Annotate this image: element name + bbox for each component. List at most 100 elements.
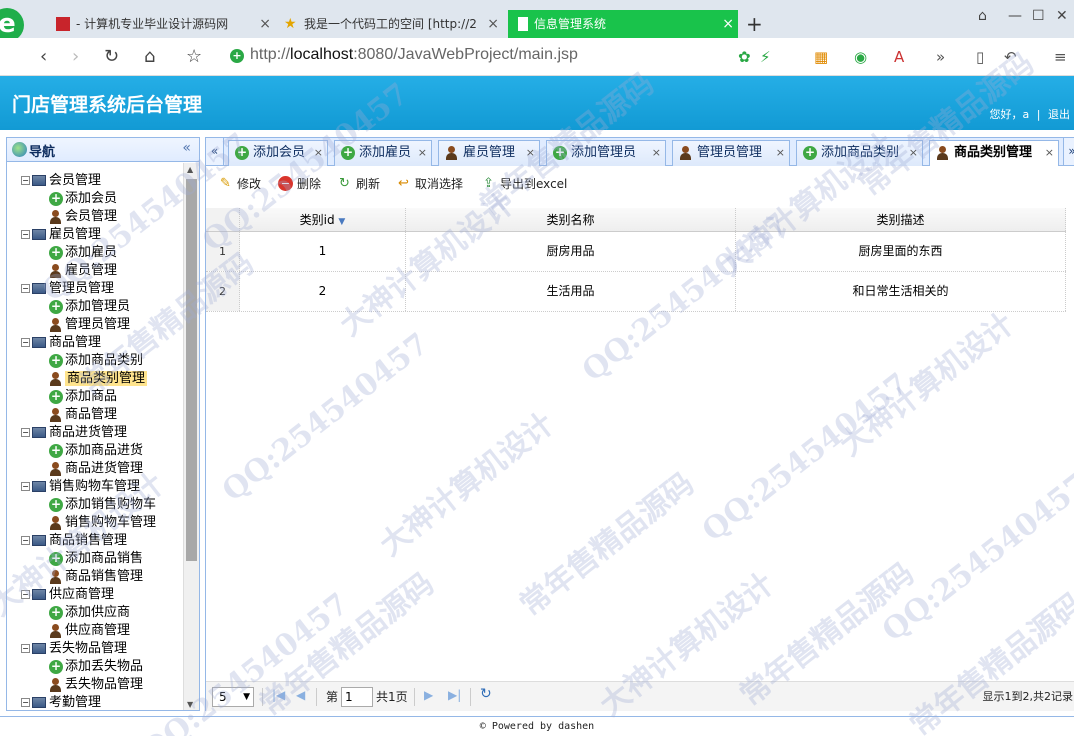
sidebar-group[interactable]: − 管理员管理 — [7, 280, 185, 298]
forward-icon[interactable]: › — [72, 46, 79, 67]
scroll-up-icon[interactable]: ▲ — [187, 165, 193, 174]
speed-icon[interactable]: ✿ — [738, 48, 751, 66]
sidebar-item[interactable]: 商品管理 — [7, 406, 185, 424]
panel-tab[interactable]: 雇员管理 × — [438, 140, 540, 166]
new-tab-button[interactable]: + — [746, 12, 763, 36]
collapse-toggle-icon[interactable]: − — [21, 698, 30, 707]
table-row[interactable]: 2 2 生活用品 和日常生活相关的 — [206, 272, 1066, 312]
close-icon[interactable]: × — [776, 141, 785, 165]
reload-icon[interactable]: ↻ — [104, 46, 119, 67]
panel-tab[interactable]: + 添加会员 × — [228, 140, 328, 166]
column-header-name[interactable]: 类别名称 — [406, 208, 736, 231]
tabs-scroll-right-icon[interactable]: » — [1063, 138, 1074, 165]
scroll-thumb[interactable] — [186, 179, 197, 561]
reload-page-icon[interactable]: ↻ — [480, 686, 492, 702]
sidebar-item[interactable]: 丢失物品管理 — [7, 676, 185, 694]
sidebar-item[interactable]: 会员管理 — [7, 208, 185, 226]
panel-tab[interactable]: + 添加管理员 × — [546, 140, 666, 166]
tabs-scroll-left-icon[interactable]: « — [206, 138, 224, 165]
panel-tab[interactable]: + 添加商品类别 × — [796, 140, 923, 166]
column-header-desc[interactable]: 类别描述 — [736, 208, 1066, 231]
table-row[interactable]: 1 1 厨房用品 厨房里面的东西 — [206, 232, 1066, 272]
refresh-button[interactable]: ↻ 刷新 — [337, 175, 380, 193]
next-page-icon[interactable]: ▶ — [424, 688, 433, 702]
sidebar-item[interactable]: 雇员管理 — [7, 262, 185, 280]
back-icon[interactable]: ‹ — [40, 46, 47, 67]
sidebar-item[interactable]: + 添加管理员 — [7, 298, 185, 316]
shield-icon[interactable]: ◉ — [854, 48, 867, 66]
collapse-toggle-icon[interactable]: − — [21, 644, 30, 653]
panel-tab[interactable]: 商品类别管理 × — [929, 140, 1059, 166]
lightning-icon[interactable]: ⚡ — [760, 48, 771, 66]
sidebar-item[interactable]: + 添加商品销售 — [7, 550, 185, 568]
page-size-select[interactable]: 5 ▼ — [212, 687, 254, 707]
sidebar-item[interactable]: + 添加商品进货 — [7, 442, 185, 460]
close-icon[interactable]: × — [526, 141, 535, 165]
translate-icon[interactable]: A — [894, 48, 904, 66]
close-icon[interactable]: × — [314, 141, 323, 165]
sidebar-item[interactable]: + 添加雇员 — [7, 244, 185, 262]
sidebar-group[interactable]: − 供应商管理 — [7, 586, 185, 604]
edit-button[interactable]: ✎ 修改 — [218, 175, 261, 193]
sidebar-item[interactable]: + 添加商品类别 — [7, 352, 185, 370]
sidebar-item[interactable]: + 添加丢失物品 — [7, 658, 185, 676]
apps-icon[interactable]: ▦ — [814, 48, 828, 66]
url-field[interactable]: + http://localhost:8080/JavaWebProject/m… — [222, 44, 732, 70]
undo-icon[interactable]: ↶ — [1004, 48, 1017, 66]
window-close-icon[interactable]: ✕ — [1056, 8, 1068, 24]
collapse-toggle-icon[interactable]: − — [21, 536, 30, 545]
sidebar-group[interactable]: − 商品销售管理 — [7, 532, 185, 550]
sidebar-item[interactable]: + 添加商品 — [7, 388, 185, 406]
delete-button[interactable]: − 删除 — [278, 175, 321, 193]
home-icon[interactable]: ⌂ — [144, 46, 155, 67]
sidebar-group[interactable]: − 商品管理 — [7, 334, 185, 352]
sidebar-item[interactable]: 供应商管理 — [7, 622, 185, 640]
favorite-star-icon[interactable]: ☆ — [186, 46, 202, 67]
export-excel-button[interactable]: ⇪ 导出到excel — [481, 175, 567, 193]
close-icon[interactable]: × — [259, 10, 271, 38]
close-icon[interactable]: × — [652, 141, 661, 165]
page-number-input[interactable]: 1 — [341, 687, 373, 707]
close-icon[interactable]: × — [909, 141, 918, 165]
sidebar-group[interactable]: − 会员管理 — [7, 172, 185, 190]
first-page-icon[interactable]: |◀ — [272, 688, 285, 702]
sidebar-item[interactable]: + 添加会员 — [7, 190, 185, 208]
scroll-down-icon[interactable]: ▼ — [187, 700, 193, 709]
collapse-toggle-icon[interactable]: − — [21, 590, 30, 599]
sidebar-item[interactable]: 商品进货管理 — [7, 460, 185, 478]
close-icon[interactable]: × — [487, 10, 499, 38]
sidebar-group[interactable]: − 雇员管理 — [7, 226, 185, 244]
sidebar-group[interactable]: − 丢失物品管理 — [7, 640, 185, 658]
sidebar-item[interactable]: 销售购物车管理 — [7, 514, 185, 532]
collapse-icon[interactable]: « — [182, 140, 191, 156]
shirt-icon[interactable]: ⌂ — [978, 8, 987, 24]
collapse-toggle-icon[interactable]: − — [21, 176, 30, 185]
close-icon[interactable]: × — [418, 141, 427, 165]
collapse-toggle-icon[interactable]: − — [21, 338, 30, 347]
sidebar-group[interactable]: − 商品进货管理 — [7, 424, 185, 442]
last-page-icon[interactable]: ▶| — [448, 688, 461, 702]
phone-icon[interactable]: ▯ — [976, 48, 984, 66]
sidebar-item[interactable]: 商品销售管理 — [7, 568, 185, 586]
sidebar-group[interactable]: − 销售购物车管理 — [7, 478, 185, 496]
collapse-toggle-icon[interactable]: − — [21, 482, 30, 491]
browser-tab-active[interactable]: 信息管理系统 × — [508, 10, 738, 38]
close-icon[interactable]: × — [1045, 141, 1054, 165]
panel-tab[interactable]: + 添加雇员 × — [334, 140, 432, 166]
sidebar-item[interactable]: 商品类别管理 — [7, 370, 185, 388]
maximize-icon[interactable]: ☐ — [1032, 8, 1045, 24]
deselect-button[interactable]: ↩ 取消选择 — [396, 175, 463, 193]
sidebar-item[interactable]: + 添加销售购物车 — [7, 496, 185, 514]
logout-link[interactable]: 退出 — [1048, 108, 1070, 121]
collapse-toggle-icon[interactable]: − — [21, 284, 30, 293]
sidebar-group[interactable]: − 考勤管理 — [7, 694, 185, 710]
more-icon[interactable]: » — [936, 48, 945, 66]
browser-tab-2[interactable]: ★ 我是一个代码工的空间 [http://2 × — [278, 10, 503, 38]
sidebar-item[interactable]: 管理员管理 — [7, 316, 185, 334]
minimize-icon[interactable]: — — [1008, 8, 1022, 24]
browser-tab-1[interactable]: - 计算机专业毕业设计源码网 × — [50, 10, 275, 38]
prev-page-icon[interactable]: ◀ — [296, 688, 305, 702]
sidebar-item[interactable]: + 添加供应商 — [7, 604, 185, 622]
menu-icon[interactable]: ≡ — [1054, 48, 1067, 66]
collapse-toggle-icon[interactable]: − — [21, 230, 30, 239]
